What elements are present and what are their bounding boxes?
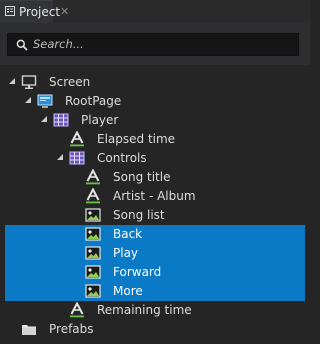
tree-item-label: Artist - Album (113, 189, 196, 203)
tab-project[interactable]: Project ✕ (0, 0, 69, 23)
text-icon (70, 131, 84, 147)
tree-item[interactable]: Artist - Album (0, 187, 310, 206)
grid-icon (69, 151, 85, 165)
tree-item[interactable]: More (5, 282, 305, 301)
tree-item-label: Player (81, 113, 119, 127)
tree-item-label: Elapsed time (97, 132, 176, 146)
monitor-icon (21, 75, 37, 89)
tree-item-label: Song list (113, 208, 165, 222)
expand-arrow-icon[interactable] (24, 96, 32, 104)
search-toolbar: Search... (0, 23, 310, 65)
folder-icon (22, 325, 36, 335)
tree-item[interactable]: RootPage (0, 92, 310, 111)
search-placeholder: Search... (33, 37, 84, 51)
expand-arrow-icon[interactable] (40, 115, 48, 123)
page-icon (37, 94, 53, 108)
tree-item-label: Back (113, 227, 143, 241)
expand-arrow-icon[interactable] (8, 77, 16, 85)
expand-arrow-icon[interactable] (56, 153, 64, 161)
tree-item-label: Play (113, 246, 139, 260)
tree-item-label: Prefabs (49, 322, 94, 336)
tree-item-label: Song title (113, 170, 171, 184)
text-icon (70, 302, 84, 318)
image-icon (85, 246, 101, 260)
tree-item[interactable]: Song title (0, 168, 310, 187)
tree-item[interactable]: Prefabs (0, 320, 310, 339)
text-icon (86, 188, 100, 204)
tree-item[interactable]: Controls (0, 149, 310, 168)
image-icon (85, 208, 101, 222)
tree-item[interactable]: Elapsed time (0, 130, 310, 149)
project-panel-icon (5, 6, 15, 16)
text-icon (86, 169, 100, 185)
tree-item-label: More (113, 284, 143, 298)
tree-item-label: Remaining time (97, 303, 192, 317)
tree-item[interactable]: Screen (0, 73, 310, 92)
tree-item[interactable]: Play (5, 244, 305, 263)
tree-item-label: Screen (49, 75, 91, 89)
grid-icon (53, 113, 69, 127)
image-icon (85, 284, 101, 298)
tree-item[interactable]: Remaining time (0, 301, 310, 320)
tree-item[interactable]: Back (5, 225, 305, 244)
panel-tab-bar: Project ✕ (0, 0, 310, 23)
tree-item[interactable]: Player (0, 111, 310, 130)
tree-item-label: Forward (113, 265, 162, 279)
tree-item-label: RootPage (65, 94, 122, 108)
search-icon (16, 39, 28, 51)
image-icon (85, 227, 101, 241)
tree-item-label: Controls (97, 151, 147, 165)
tab-title: Project (19, 5, 61, 19)
tree-item[interactable]: Forward (5, 263, 305, 282)
image-icon (85, 265, 101, 279)
tree-item[interactable]: Song list (0, 206, 310, 225)
close-icon[interactable]: ✕ (60, 5, 69, 18)
search-input[interactable]: Search... (7, 33, 299, 56)
